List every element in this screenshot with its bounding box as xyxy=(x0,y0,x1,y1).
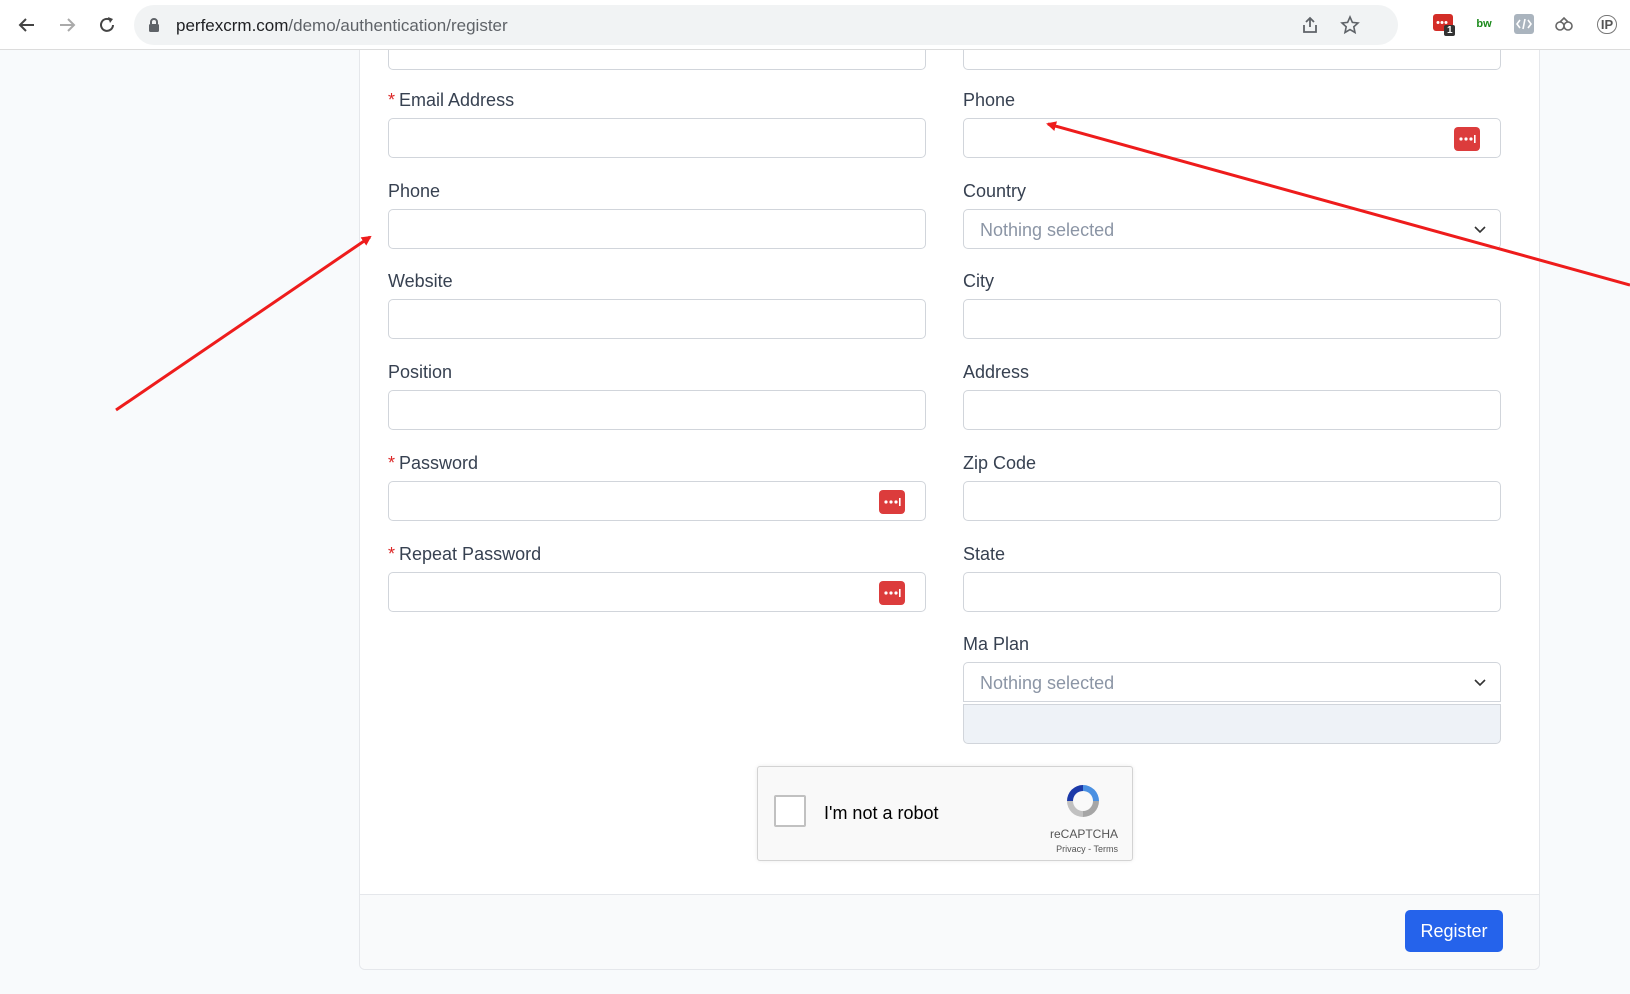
password-manager-icon[interactable] xyxy=(1454,127,1480,151)
state-label: State xyxy=(963,544,1006,564)
bw-extension-label: bw xyxy=(1476,18,1492,30)
password-label: * Password xyxy=(388,453,478,474)
bw-extension-icon[interactable]: bw xyxy=(1472,12,1496,36)
position-field[interactable] xyxy=(388,390,926,430)
url-host: perfexcrm.com xyxy=(176,16,289,35)
email-label: * Email Address xyxy=(388,90,514,111)
browser-toolbar: perfexcrm.com/demo/authentication/regist… xyxy=(0,0,1630,50)
website-field[interactable] xyxy=(388,299,926,339)
ip-extension-icon[interactable]: IP xyxy=(1592,12,1622,36)
url-path: /demo/authentication/register xyxy=(288,16,508,35)
required-marker: * xyxy=(388,544,396,564)
address-bar[interactable]: perfexcrm.com/demo/authentication/regist… xyxy=(134,5,1398,45)
card-footer xyxy=(360,894,1539,969)
recaptcha-links[interactable]: Privacy - Terms xyxy=(1056,844,1118,854)
recaptcha-brand: reCAPTCHA xyxy=(1049,827,1118,841)
extension-badge: 1 xyxy=(1447,25,1453,36)
required-marker: * xyxy=(388,453,396,473)
recaptcha-label: I'm not a robot xyxy=(824,803,939,823)
address-label: Address xyxy=(963,362,1030,382)
city-field[interactable] xyxy=(963,299,1501,339)
recaptcha-widget: I'm not a robot reCAPTCHA Privacy - Term… xyxy=(757,766,1133,861)
required-marker: * xyxy=(388,90,396,110)
devtools-extension-icon[interactable] xyxy=(1512,12,1536,36)
plan-details-box xyxy=(963,704,1501,744)
plan-label: Ma Plan xyxy=(963,634,1030,654)
forward-icon[interactable] xyxy=(54,12,80,38)
zip-code-field[interactable] xyxy=(963,481,1501,521)
annotation-arrow-left xyxy=(115,235,372,412)
state-field[interactable] xyxy=(963,572,1501,612)
url-text[interactable]: perfexcrm.com/demo/authentication/regist… xyxy=(176,16,508,36)
phone-field-right[interactable] xyxy=(963,118,1501,158)
country-select-value: Nothing selected xyxy=(980,220,1115,240)
position-label: Position xyxy=(388,362,453,382)
website-label: Website xyxy=(388,271,453,291)
repeat-password-label: * Repeat Password xyxy=(388,544,541,565)
ip-extension-label: IP xyxy=(1596,14,1618,34)
lastpass-extension-icon[interactable]: 1 xyxy=(1432,12,1456,36)
bookmark-star-icon[interactable] xyxy=(1340,15,1360,40)
recaptcha-checkbox[interactable] xyxy=(774,795,806,827)
link-extension-icon[interactable] xyxy=(1552,12,1576,36)
chevron-down-icon xyxy=(1472,221,1488,242)
password-label-text: Password xyxy=(399,453,479,473)
password-manager-icon[interactable] xyxy=(879,490,905,514)
repeat-password-label-text: Repeat Password xyxy=(399,544,542,564)
recaptcha-logo-icon xyxy=(1063,781,1103,821)
phone-field-left[interactable] xyxy=(388,209,926,249)
back-icon[interactable] xyxy=(14,12,40,38)
chevron-down-icon xyxy=(1472,674,1488,695)
password-manager-icon[interactable] xyxy=(879,581,905,605)
share-icon[interactable] xyxy=(1300,15,1320,40)
lock-icon[interactable] xyxy=(148,17,160,38)
country-select[interactable]: Nothing selected xyxy=(963,209,1501,249)
register-button[interactable]: Register xyxy=(1405,910,1503,952)
zip-code-label: Zip Code xyxy=(963,453,1037,473)
plan-select[interactable]: Nothing selected xyxy=(963,662,1501,702)
phone-label-left: Phone xyxy=(388,181,441,201)
phone-label-right: Phone xyxy=(963,90,1016,110)
country-label: Country xyxy=(963,181,1027,201)
email-label-text: Email Address xyxy=(399,90,515,110)
password-field[interactable] xyxy=(388,481,926,521)
address-field[interactable] xyxy=(963,390,1501,430)
reload-icon[interactable] xyxy=(94,12,120,38)
email-field[interactable] xyxy=(388,118,926,158)
plan-select-value: Nothing selected xyxy=(980,673,1115,693)
repeat-password-field[interactable] xyxy=(388,572,926,612)
city-label: City xyxy=(963,271,994,291)
